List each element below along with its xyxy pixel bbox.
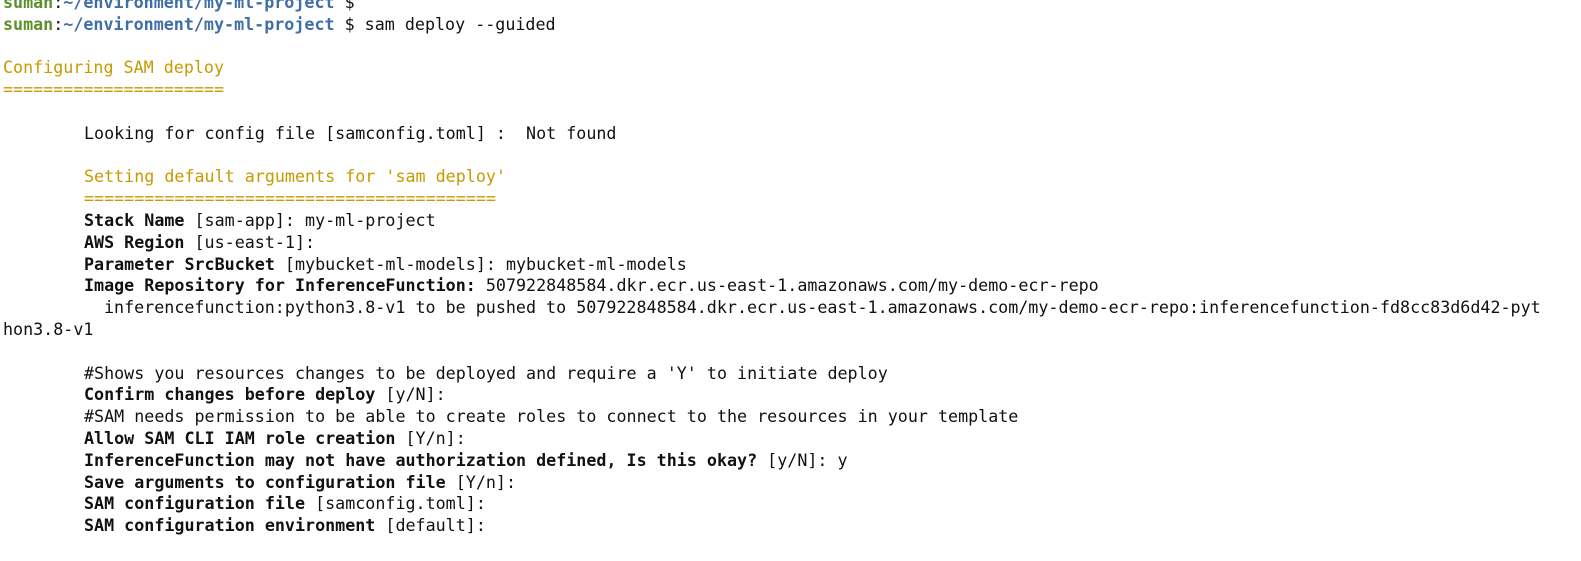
param-bucket-line: Parameter SrcBucket [mybucket-ml-models]… (0, 254, 1581, 276)
comment-iam: #SAM needs permission to be able to crea… (84, 406, 1019, 427)
push-line: inferencefunction:python3.8-v1 to be pus… (104, 297, 1541, 318)
prompt-symbol: $ (334, 0, 355, 12)
aws-region-label: AWS Region (84, 231, 185, 252)
confirm-changes-label: Confirm changes before deploy (84, 384, 376, 405)
prompt-user: suman (3, 0, 54, 12)
image-repo-line: Image Repository for InferenceFunction: … (0, 275, 1581, 297)
auth-question-value: [y/N]: y (757, 449, 848, 470)
config-lookup-line: Looking for config file [samconfig.toml]… (84, 122, 617, 143)
config-env-label: SAM configuration environment (84, 515, 376, 536)
param-bucket-label: Parameter SrcBucket (84, 253, 275, 274)
config-file-label: SAM configuration file (84, 493, 306, 514)
section-rule: ====================== (3, 79, 225, 100)
terminal-window[interactable]: suman:~/environment/my-ml-project $ suma… (0, 0, 1581, 561)
prompt-line-command: suman:~/environment/my-ml-project $ sam … (0, 14, 1581, 36)
aws-region-line: AWS Region [us-east-1]: (0, 232, 1581, 254)
image-repo-label: Image Repository for InferenceFunction: (84, 275, 476, 296)
stack-name-line: Stack Name [sam-app]: my-ml-project (0, 210, 1581, 232)
prompt-path: ~/environment/my-ml-project (63, 13, 335, 34)
prompt-separator: : (53, 0, 64, 12)
command-text: sam deploy --guided (354, 13, 556, 34)
stack-name-value: [sam-app]: my-ml-project (184, 209, 436, 230)
defaults-title: Setting default arguments for 'sam deplo… (84, 166, 506, 187)
param-bucket-value: [mybucket-ml-models]: mybucket-ml-models (274, 253, 687, 274)
auth-question-label: InferenceFunction may not have authoriza… (84, 449, 758, 470)
section-title: Configuring SAM deploy (3, 57, 225, 78)
save-args-line: Save arguments to configuration file [Y/… (0, 472, 1581, 494)
save-args-label: Save arguments to configuration file (84, 471, 446, 492)
config-env-line: SAM configuration environment [default]: (0, 515, 1581, 537)
config-file-line: SAM configuration file [samconfig.toml]: (0, 493, 1581, 515)
prompt-symbol: $ (334, 13, 355, 34)
allow-iam-label: Allow SAM CLI IAM role creation (84, 427, 396, 448)
prompt-line: suman:~/environment/my-ml-project $ (0, 0, 1581, 14)
image-repo-value: 507922848584.dkr.ecr.us-east-1.amazonaws… (475, 275, 1099, 296)
stack-name-label: Stack Name (84, 209, 185, 230)
allow-iam-line: Allow SAM CLI IAM role creation [Y/n]: (0, 428, 1581, 450)
allow-iam-value: [Y/n]: (395, 427, 466, 448)
push-line-wrap: hon3.8-v1 (3, 318, 94, 339)
prompt-path: ~/environment/my-ml-project (63, 0, 335, 12)
auth-question-line: InferenceFunction may not have authoriza… (0, 450, 1581, 472)
prompt-separator: : (53, 13, 64, 34)
defaults-rule: ========================================… (84, 188, 496, 209)
config-file-value: [samconfig.toml]: (305, 493, 486, 514)
confirm-changes-line: Confirm changes before deploy [y/N]: (0, 384, 1581, 406)
save-args-value: [Y/n]: (445, 471, 517, 492)
config-env-value: [default]: (375, 515, 486, 536)
prompt-user: suman (3, 13, 54, 34)
comment-changes: #Shows you resources changes to be deplo… (84, 362, 888, 383)
confirm-changes-value: [y/N]: (375, 384, 446, 405)
aws-region-value: [us-east-1]: (184, 231, 316, 252)
